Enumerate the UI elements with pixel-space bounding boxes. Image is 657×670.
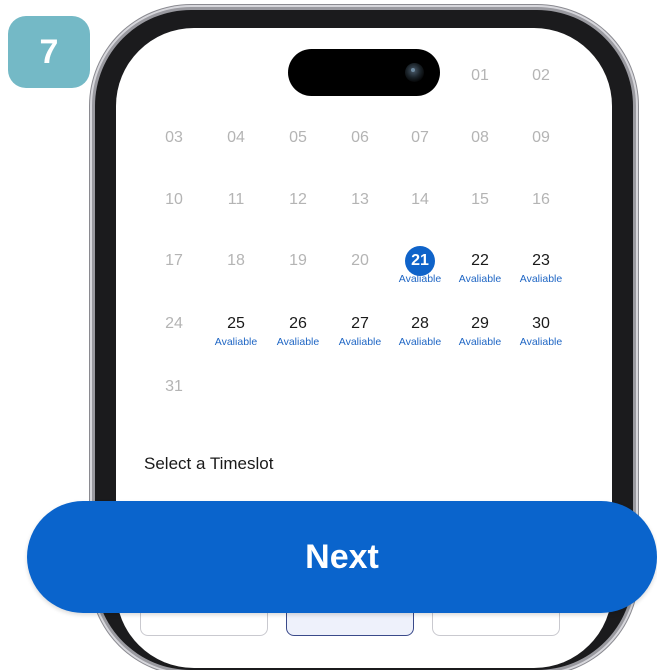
calendar-day-number: 17	[165, 252, 183, 269]
calendar-day[interactable]: 25 Avaliable	[204, 309, 268, 348]
availability-label: Avaliable	[338, 336, 382, 348]
calendar-day[interactable]: 29 Avaliable	[448, 309, 512, 348]
calendar-day-number: 21	[405, 246, 435, 276]
calendar-day: 08	[448, 123, 512, 153]
calendar-day: 13	[328, 185, 392, 215]
calendar-day-number: 01	[471, 67, 489, 84]
step-number-badge: 7	[8, 16, 90, 88]
calendar-day-number: 02	[532, 67, 550, 84]
calendar-day: 20	[328, 246, 392, 276]
calendar-day: 18	[204, 246, 268, 276]
calendar-day[interactable]: 27 Avaliable	[328, 309, 392, 348]
calendar-day[interactable]: 21 Avaliable	[388, 246, 452, 285]
calendar-day-number: 03	[165, 129, 183, 146]
calendar-day-number: 29	[471, 315, 489, 332]
calendar-day: 01	[448, 61, 512, 91]
calendar-day-number: 31	[165, 378, 183, 395]
calendar-day[interactable]: 30 Avaliable	[509, 309, 573, 348]
calendar-day: 10	[142, 185, 206, 215]
dynamic-island	[288, 49, 440, 96]
calendar-day-number: 23	[532, 252, 550, 269]
calendar-day-number: 05	[289, 129, 307, 146]
calendar-day-number: 24	[165, 315, 183, 332]
calendar-day-number: 06	[351, 129, 369, 146]
calendar-day-number: 25	[227, 315, 245, 332]
calendar-day: 17	[142, 246, 206, 276]
calendar-day[interactable]: 22 Avaliable	[448, 246, 512, 285]
calendar-day-number: 20	[351, 252, 369, 269]
calendar-day-number: 28	[411, 315, 429, 332]
calendar-day: 19	[266, 246, 330, 276]
calendar-day: 02	[509, 61, 573, 91]
calendar-day: 05	[266, 123, 330, 153]
calendar-day[interactable]: 26 Avaliable	[266, 309, 330, 348]
calendar-day-number: 12	[289, 191, 307, 208]
calendar-day: 14	[388, 185, 452, 215]
calendar-day-number: 22	[471, 252, 489, 269]
calendar-day-number: 09	[532, 129, 550, 146]
calendar-day-number: 10	[165, 191, 183, 208]
availability-label: Avaliable	[519, 273, 563, 285]
calendar-day[interactable]: 28 Avaliable	[388, 309, 452, 348]
calendar-day-number: 16	[532, 191, 550, 208]
calendar-day: 03	[142, 123, 206, 153]
calendar-day-number: 13	[351, 191, 369, 208]
availability-label: Avaliable	[398, 273, 442, 285]
calendar-day-number: 19	[289, 252, 307, 269]
calendar-day: 04	[204, 123, 268, 153]
calendar-day-number: 30	[532, 315, 550, 332]
calendar-day: 11	[204, 185, 268, 215]
availability-label: Avaliable	[519, 336, 563, 348]
calendar-day-number: 08	[471, 129, 489, 146]
calendar-day-number: 04	[227, 129, 245, 146]
calendar-day-number: 14	[411, 191, 429, 208]
step-number: 7	[39, 32, 59, 71]
camera-icon	[405, 63, 424, 82]
calendar-day: 16	[509, 185, 573, 215]
calendar-day-number: 07	[411, 129, 429, 146]
calendar-day-number: 27	[351, 315, 369, 332]
calendar-day: 24	[142, 309, 206, 339]
calendar-day-number: 18	[227, 252, 245, 269]
calendar-day-number: 11	[227, 191, 245, 208]
calendar-day: 09	[509, 123, 573, 153]
calendar-day[interactable]: 23 Avaliable	[509, 246, 573, 285]
availability-label: Avaliable	[214, 336, 258, 348]
next-button[interactable]: Next	[27, 501, 657, 613]
availability-label: Avaliable	[276, 336, 320, 348]
calendar-day: 06	[328, 123, 392, 153]
calendar-day-number: 15	[471, 191, 489, 208]
calendar-day: 15	[448, 185, 512, 215]
availability-label: Avaliable	[458, 336, 502, 348]
calendar-day: 12	[266, 185, 330, 215]
timeslot-heading: Select a Timeslot	[144, 454, 274, 473]
calendar-day-number: 26	[289, 315, 307, 332]
availability-label: Avaliable	[398, 336, 442, 348]
calendar-day: 31	[142, 372, 206, 402]
calendar-day: 07	[388, 123, 452, 153]
availability-label: Avaliable	[458, 273, 502, 285]
